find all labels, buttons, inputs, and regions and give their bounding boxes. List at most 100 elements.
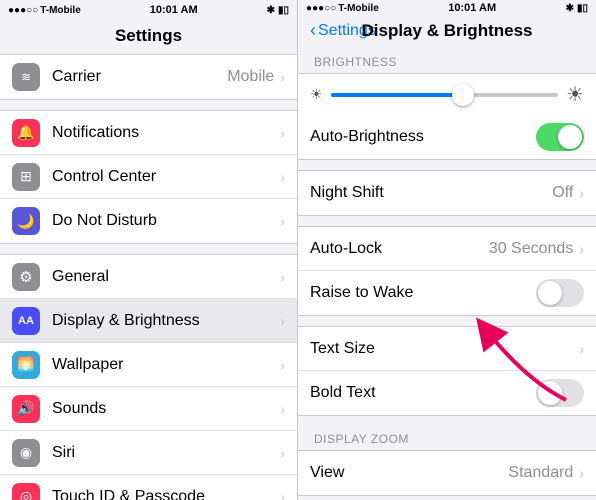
brightness-slider-row[interactable]: ☀ ☀ [298, 74, 596, 115]
touch-id-icon: ◎ [12, 483, 40, 500]
left-status-left: ●●●○○ T-Mobile [8, 5, 81, 16]
left-panel: ●●●○○ T-Mobile 10:01 AM ✱ ▮▯ Settings ≋ … [0, 0, 298, 500]
brightness-high-icon: ☀ [566, 82, 584, 107]
right-bluetooth-icon: ✱ [566, 3, 574, 14]
left-group-1: 🔔 Notifications › ⊞ Control Center › 🌙 D… [0, 110, 297, 244]
left-status-bar: ●●●○○ T-Mobile 10:01 AM ✱ ▮▯ [0, 0, 297, 20]
carrier-icon: ≋ [12, 63, 40, 91]
sounds-label: Sounds [52, 400, 280, 418]
display-brightness-chevron: › [280, 313, 285, 329]
raise-to-wake-knob [538, 281, 562, 305]
siri-label: Siri [52, 444, 280, 462]
right-battery-icon: ▮▯ [577, 3, 588, 14]
control-center-chevron: › [280, 169, 285, 185]
left-status-time: 10:01 AM [150, 4, 198, 16]
wallpaper-chevron: › [280, 357, 285, 373]
right-status-right: ✱ ▮▯ [566, 3, 588, 14]
view-chevron: › [579, 465, 584, 481]
left-status-right: ✱ ▮▯ [267, 5, 289, 16]
battery-icon: ▮▯ [278, 5, 289, 16]
auto-lock-label: Auto-Lock [310, 240, 489, 258]
sidebar-item-carrier[interactable]: ≋ Carrier Mobile › [0, 55, 297, 99]
right-item-text-size[interactable]: Text Size › [298, 327, 596, 371]
wallpaper-label: Wallpaper [52, 356, 280, 374]
right-item-night-shift[interactable]: Night Shift Off › [298, 171, 596, 215]
bold-text-label: Bold Text [310, 384, 536, 402]
view-group: View Standard › [298, 450, 596, 496]
sounds-icon: 🔊 [12, 395, 40, 423]
right-status-bar: ●●●○○ T-Mobile 10:01 AM ✱ ▮▯ [298, 0, 596, 16]
sidebar-item-touch-id[interactable]: ◎ Touch ID & Passcode › [0, 475, 297, 500]
right-item-raise-to-wake[interactable]: Raise to Wake [298, 271, 596, 315]
sidebar-item-wallpaper[interactable]: 🌅 Wallpaper › [0, 343, 297, 387]
left-group-carrier: ≋ Carrier Mobile › [0, 54, 297, 100]
do-not-disturb-icon: 🌙 [12, 207, 40, 235]
carrier-value: Mobile [227, 68, 274, 86]
left-group-2: ⚙ General › AA Display & Brightness › 🌅 … [0, 254, 297, 500]
text-size-chevron: › [579, 341, 584, 357]
auto-brightness-label: Auto-Brightness [310, 128, 536, 146]
display-brightness-label: Display & Brightness [52, 312, 280, 330]
sidebar-item-sounds[interactable]: 🔊 Sounds › [0, 387, 297, 431]
control-center-icon: ⊞ [12, 163, 40, 191]
auto-lock-group: Auto-Lock 30 Seconds › Raise to Wake [298, 226, 596, 316]
brightness-slider[interactable] [331, 93, 559, 97]
night-shift-group: Night Shift Off › [298, 170, 596, 216]
back-chevron-icon: ‹ [310, 20, 316, 41]
right-item-bold-text[interactable]: Bold Text [298, 371, 596, 415]
carrier-name: T-Mobile [40, 5, 81, 16]
notifications-chevron: › [280, 125, 285, 141]
right-status-left: ●●●○○ T-Mobile [306, 3, 379, 14]
auto-lock-chevron: › [579, 241, 584, 257]
signal-dots: ●●●○○ [8, 5, 38, 16]
wallpaper-icon: 🌅 [12, 351, 40, 379]
general-label: General [52, 268, 280, 286]
carrier-chevron: › [280, 69, 285, 85]
raise-to-wake-toggle[interactable] [536, 279, 584, 307]
sidebar-item-do-not-disturb[interactable]: 🌙 Do Not Disturb › [0, 199, 297, 243]
brightness-low-icon: ☀ [310, 86, 323, 103]
sidebar-item-display-brightness[interactable]: AA Display & Brightness › [0, 299, 297, 343]
sidebar-item-general[interactable]: ⚙ General › [0, 255, 297, 299]
right-status-time: 10:01 AM [448, 2, 496, 14]
text-group: Text Size › Bold Text [298, 326, 596, 416]
touch-id-label: Touch ID & Passcode [52, 488, 280, 500]
carrier-label: Carrier [52, 68, 227, 86]
siri-icon: ◉ [12, 439, 40, 467]
brightness-thumb[interactable] [452, 84, 474, 106]
right-signal: ●●●○○ [306, 3, 336, 14]
notifications-icon: 🔔 [12, 119, 40, 147]
bold-text-toggle[interactable] [536, 379, 584, 407]
view-value: Standard [508, 464, 573, 482]
right-panel: ●●●○○ T-Mobile 10:01 AM ✱ ▮▯ ‹ Settings … [298, 0, 596, 500]
bluetooth-icon: ✱ [267, 5, 275, 16]
right-item-view[interactable]: View Standard › [298, 451, 596, 495]
night-shift-value: Off [552, 184, 573, 202]
night-shift-label: Night Shift [310, 184, 552, 202]
brightness-section-label: BRIGHTNESS [298, 49, 596, 73]
general-icon: ⚙ [12, 263, 40, 291]
auto-brightness-knob [558, 125, 582, 149]
touch-id-chevron: › [280, 489, 285, 500]
right-item-auto-lock[interactable]: Auto-Lock 30 Seconds › [298, 227, 596, 271]
bold-text-knob [538, 381, 562, 405]
siri-chevron: › [280, 445, 285, 461]
sidebar-item-siri[interactable]: ◉ Siri › [0, 431, 297, 475]
left-page-title: Settings [0, 20, 297, 54]
brightness-group: ☀ ☀ Auto-Brightness [298, 73, 596, 160]
night-shift-chevron: › [579, 185, 584, 201]
general-chevron: › [280, 269, 285, 285]
do-not-disturb-chevron: › [280, 213, 285, 229]
left-settings-list: ≋ Carrier Mobile › 🔔 Notifications › ⊞ C… [0, 54, 297, 500]
auto-lock-value: 30 Seconds [489, 240, 574, 258]
control-center-label: Control Center [52, 168, 280, 186]
sidebar-item-control-center[interactable]: ⊞ Control Center › [0, 155, 297, 199]
auto-brightness-toggle[interactable] [536, 123, 584, 151]
sounds-chevron: › [280, 401, 285, 417]
notifications-label: Notifications [52, 124, 280, 142]
right-nav: ‹ Settings Display & Brightness [298, 16, 596, 49]
right-carrier: T-Mobile [338, 3, 379, 14]
sidebar-item-notifications[interactable]: 🔔 Notifications › [0, 111, 297, 155]
right-item-auto-brightness[interactable]: Auto-Brightness [298, 115, 596, 159]
text-size-label: Text Size [310, 340, 579, 358]
